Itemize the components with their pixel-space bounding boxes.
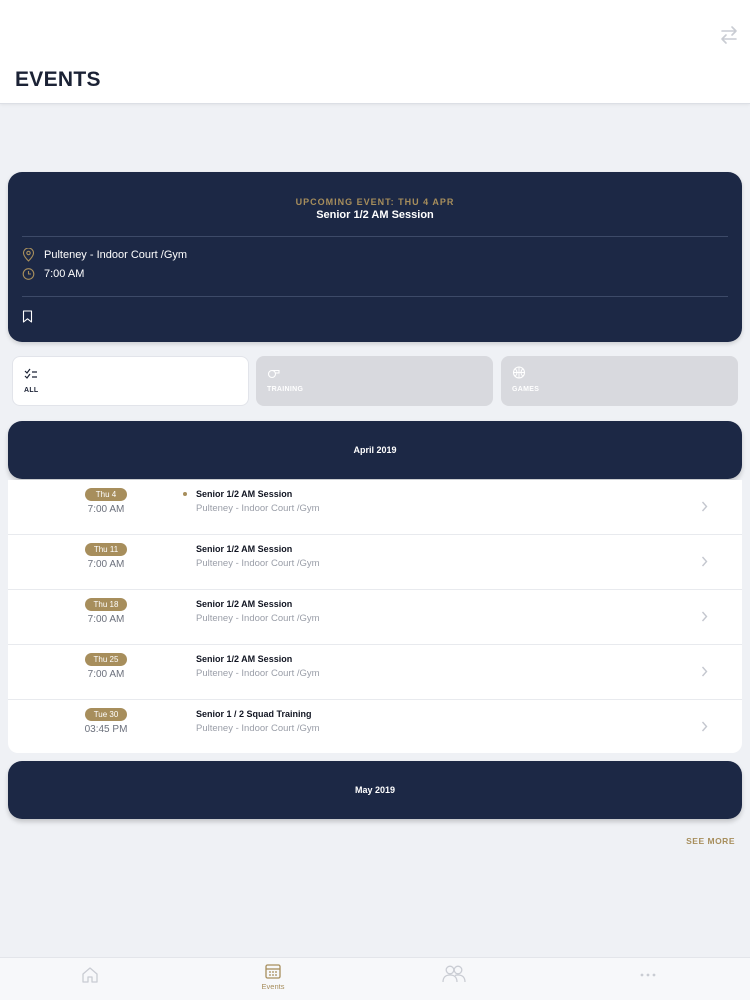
chevron-right-icon xyxy=(701,501,708,512)
chevron-right-icon xyxy=(701,556,708,567)
filter-all-label: ALL xyxy=(24,387,39,394)
date-badge: Thu 4 xyxy=(85,488,127,501)
calendar-icon xyxy=(265,964,281,979)
filter-all-tab[interactable]: ALL xyxy=(12,356,249,406)
tab-events[interactable]: Events xyxy=(233,958,313,1000)
event-title: Senior 1 / 2 Squad Training xyxy=(196,709,312,719)
swap-icon[interactable] xyxy=(718,25,740,45)
upcoming-event-card[interactable]: UPCOMING EVENT: THU 4 APR Senior 1/2 AM … xyxy=(8,172,742,342)
event-time: 03:45 PM xyxy=(84,724,128,735)
event-location: Pulteney - Indoor Court /Gym xyxy=(196,723,320,734)
more-dots-icon xyxy=(640,973,656,977)
location-pin-icon xyxy=(22,248,35,262)
page-title: EVENTS xyxy=(15,68,101,91)
event-time: 7:00 AM xyxy=(87,559,125,570)
tab-home[interactable] xyxy=(50,958,130,1000)
filter-training-tab[interactable]: TRAINING xyxy=(256,356,493,406)
event-time: 7:00 AM xyxy=(87,669,125,680)
see-more-link[interactable]: SEE MORE xyxy=(686,836,735,846)
checklist-icon xyxy=(24,368,37,379)
ball-icon xyxy=(512,366,526,379)
month-label: April 2019 xyxy=(353,445,397,455)
event-time: 7:00 AM xyxy=(87,504,125,515)
upcoming-event-title: Senior 1/2 AM Session xyxy=(316,209,434,221)
tab-events-label: Events xyxy=(261,982,285,991)
whistle-icon xyxy=(267,369,280,379)
people-icon xyxy=(442,965,466,983)
upcoming-location: Pulteney - Indoor Court /Gym xyxy=(44,249,188,261)
event-title: Senior 1/2 AM Session xyxy=(196,544,293,554)
top-bar: EVENTS xyxy=(0,0,750,104)
chevron-right-icon xyxy=(701,611,708,622)
filter-training-label: TRAINING xyxy=(267,386,304,393)
event-location: Pulteney - Indoor Court /Gym xyxy=(196,668,320,679)
event-row[interactable]: Thu 25 7:00 AM Senior 1/2 AM Session Pul… xyxy=(8,645,742,700)
next-event-dot xyxy=(183,492,187,496)
tab-more[interactable] xyxy=(608,958,688,1000)
clock-icon xyxy=(22,268,35,280)
month-label: May 2019 xyxy=(354,785,396,795)
upcoming-event-label: UPCOMING EVENT: THU 4 APR xyxy=(295,197,455,207)
event-row[interactable]: Tue 30 03:45 PM Senior 1 / 2 Squad Train… xyxy=(8,700,742,755)
date-badge: Thu 18 xyxy=(85,598,127,611)
event-row[interactable]: Thu 4 7:00 AM Senior 1/2 AM Session Pult… xyxy=(8,480,742,535)
bookmark-icon[interactable] xyxy=(22,310,33,323)
event-time: 7:00 AM xyxy=(87,614,125,625)
event-location: Pulteney - Indoor Court /Gym xyxy=(196,613,320,624)
filter-games-tab[interactable]: GAMES xyxy=(501,356,738,406)
month-header-april[interactable]: April 2019 xyxy=(8,421,742,479)
chevron-right-icon xyxy=(701,666,708,677)
event-location: Pulteney - Indoor Court /Gym xyxy=(196,503,320,514)
upcoming-location-row: Pulteney - Indoor Court /Gym xyxy=(22,248,187,262)
upcoming-time-row: 7:00 AM xyxy=(22,267,84,281)
event-title: Senior 1/2 AM Session xyxy=(196,599,293,609)
event-title: Senior 1/2 AM Session xyxy=(196,654,293,664)
chevron-right-icon xyxy=(701,721,708,732)
date-badge: Thu 25 xyxy=(85,653,127,666)
divider xyxy=(22,236,728,237)
tab-team[interactable] xyxy=(414,958,494,1000)
divider xyxy=(22,296,728,297)
bottom-tab-bar: Events xyxy=(0,957,750,1000)
event-list: Thu 4 7:00 AM Senior 1/2 AM Session Pult… xyxy=(8,480,742,753)
event-location: Pulteney - Indoor Court /Gym xyxy=(196,558,320,569)
date-badge: Thu 11 xyxy=(85,543,127,556)
upcoming-time: 7:00 AM xyxy=(44,268,85,280)
month-header-may[interactable]: May 2019 xyxy=(8,761,742,819)
home-icon xyxy=(82,967,98,983)
date-badge: Tue 30 xyxy=(85,708,127,721)
event-row[interactable]: Thu 11 7:00 AM Senior 1/2 AM Session Pul… xyxy=(8,535,742,590)
filter-games-label: GAMES xyxy=(512,386,540,393)
event-row[interactable]: Thu 18 7:00 AM Senior 1/2 AM Session Pul… xyxy=(8,590,742,645)
event-title: Senior 1/2 AM Session xyxy=(196,489,293,499)
